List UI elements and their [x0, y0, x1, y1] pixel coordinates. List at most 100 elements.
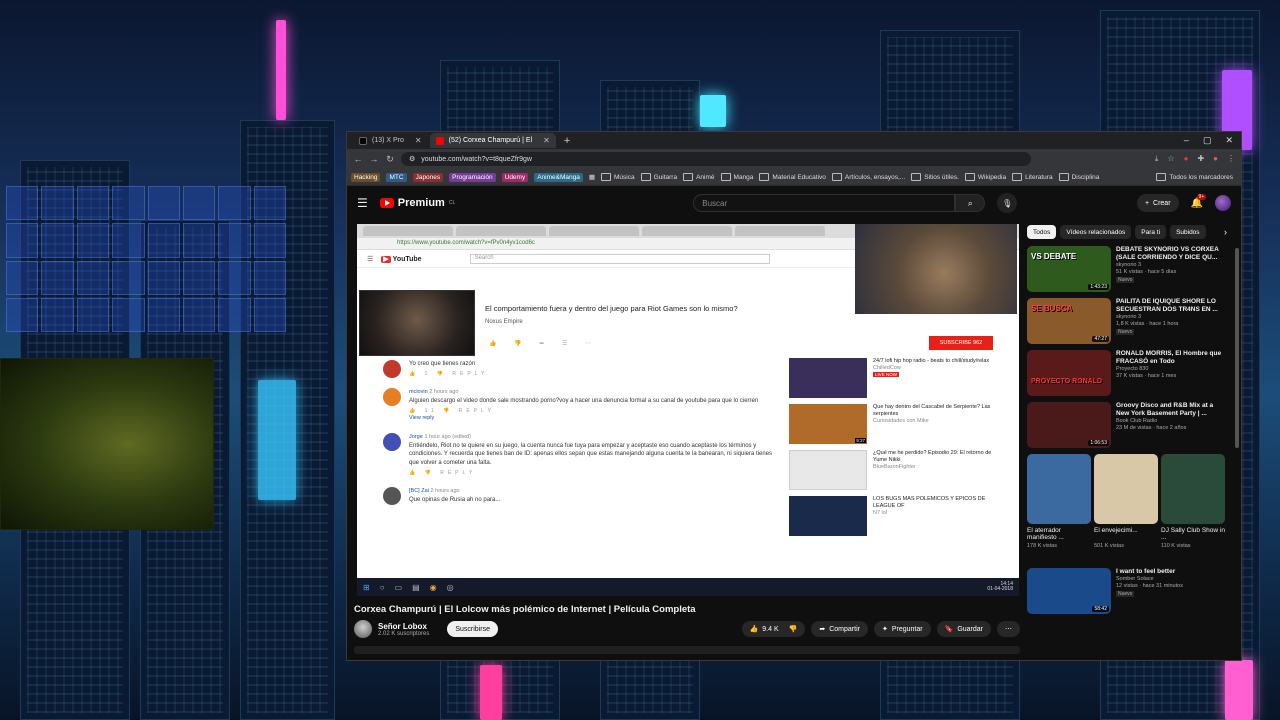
search-input[interactable]: Buscar [693, 194, 956, 212]
channel-name: Book Club Radio [1116, 418, 1158, 425]
short-item[interactable]: El aterrador manifiesto ... 178 K vistas [1027, 454, 1091, 564]
all-bookmarks[interactable]: Todos los marcadores [1156, 173, 1237, 181]
bookmark-chip[interactable]: Udemy [501, 172, 529, 182]
youtube-logo[interactable]: Premium CL [379, 197, 455, 209]
bookmark-folder[interactable]: Wikipedia [965, 173, 1006, 181]
close-tab-icon[interactable]: ✕ [415, 136, 422, 145]
bookmark-chip[interactable]: MTC [386, 172, 407, 182]
profile-icon[interactable]: ● [1213, 154, 1218, 164]
short-item[interactable]: El envejecimi... 501 K vistas [1094, 454, 1158, 564]
bookmark-chip[interactable]: Programación [449, 172, 496, 182]
voice-search-button[interactable]: 🎙 [997, 193, 1018, 213]
short-thumbnail[interactable] [1161, 454, 1225, 524]
bookmark-folder[interactable]: Manga [721, 173, 754, 181]
thumbs-down-icon[interactable]: 👎 [789, 625, 798, 633]
notifications-button[interactable]: 🔔 9+ [1191, 193, 1207, 209]
video-title[interactable]: Groovy Disco and R&B Mix at a New York B… [1116, 402, 1227, 418]
search-button[interactable]: ⌕ [955, 194, 986, 212]
chip-related[interactable]: Vídeos relacionados [1060, 225, 1132, 239]
video-title[interactable]: I want to feel better [1116, 568, 1183, 576]
video-thumbnail[interactable]: PROYECTO RONALD [1027, 350, 1111, 396]
sidebar-video[interactable]: 1:06:53 Groovy Disco and R&B Mix at a Ne… [1027, 402, 1227, 452]
bookmark-folder[interactable]: Guitarra [641, 173, 677, 181]
save-button[interactable]: 🔖 Guardar [936, 621, 991, 637]
video-thumbnail[interactable]: 1:06:53 [1027, 402, 1111, 448]
video-player[interactable]: https://www.youtube.com/watch?v=fPv0n4yv… [357, 224, 1019, 596]
subscribe-button[interactable]: Suscribirse [447, 621, 498, 637]
channel-avatar[interactable] [354, 620, 372, 638]
app-icon: ◎ [446, 582, 454, 592]
video-views: 23 M de vistas · hace 2 años [1116, 425, 1187, 432]
bookmark-chip[interactable]: Japones [412, 172, 444, 182]
bookmark-folder[interactable]: Artículos, ensayos,... [832, 173, 905, 181]
video-title[interactable]: DEBATE SKYNORIO VS CORXEA (SALE CORRIEND… [1116, 246, 1227, 262]
share-button[interactable]: ➦ Compartir [811, 621, 868, 637]
video-thumbnail[interactable]: SE BUSCA 47:27 [1027, 298, 1111, 344]
short-item[interactable]: DJ Sally Club Show in ... 110 K vistas [1161, 454, 1225, 564]
sparkle-icon: ✦ [881, 626, 888, 633]
site-info-icon[interactable]: ⚙ [409, 155, 415, 163]
like-button[interactable]: 👍 9.4 K 👎 [741, 621, 806, 637]
chevron-right-icon[interactable]: › [1224, 227, 1227, 237]
sidebar-video[interactable]: SE BUSCA 47:27 PAILITA DE IQUIQUE SHORE … [1027, 298, 1227, 348]
minimize-button[interactable]: – [1184, 135, 1189, 146]
short-title[interactable]: DJ Sally Club Show in ... [1161, 527, 1225, 543]
short-thumbnail[interactable] [1027, 454, 1091, 524]
bookmark-folder[interactable]: Material Educativo [759, 173, 825, 181]
thumbnail-overlay-text: VS DEBATE [1031, 252, 1077, 261]
tab-youtube[interactable]: (52) Corxea Champurú | El ✕ [429, 133, 556, 148]
bookmark-chip[interactable]: Anime&Manga [534, 172, 583, 182]
bookmark-folder[interactable]: Sitios útiles. [911, 173, 959, 181]
maximize-button[interactable]: ▢ [1203, 135, 1212, 146]
recorded-subscribe: SUBSCRIBE 962 [929, 336, 993, 350]
sidebar-video[interactable]: PROYECTO RONALD RONALD MORRIS, El Hombre… [1027, 350, 1227, 400]
url-input[interactable]: ⚙ youtube.com/watch?v=t8queZfr9gw [401, 152, 1031, 166]
chip-uploaded[interactable]: Subidos [1170, 225, 1206, 239]
more-actions-button[interactable]: ⋯ [997, 621, 1020, 637]
related-item: LOS BUGS MAS POLEMICOS Y EPICOS DE LEAGU… [789, 496, 1004, 536]
install-icon[interactable]: ⤓ [1155, 154, 1159, 164]
account-avatar[interactable] [1215, 195, 1231, 211]
bookmark-star-icon[interactable]: ☆ [1167, 154, 1174, 164]
new-tab-button[interactable]: + [558, 135, 576, 147]
extension-icon[interactable]: ● [1184, 154, 1189, 164]
short-title[interactable]: El aterrador manifiesto ... [1027, 527, 1091, 543]
video-thumbnail[interactable]: 58:42 [1027, 568, 1111, 614]
duration: 47:27 [1092, 336, 1109, 342]
bookmark-folder[interactable]: Disciplina [1059, 173, 1100, 181]
neon-sign [480, 665, 502, 720]
apps-grid-icon[interactable]: ▦ [589, 173, 595, 181]
create-button[interactable]: + Crear [1136, 194, 1179, 212]
reload-icon[interactable]: ↻ [385, 154, 395, 165]
back-icon[interactable]: ← [353, 154, 363, 164]
more-icon: ⋯ [1005, 626, 1012, 633]
video-title[interactable]: PAILITA DE IQUIQUE SHORE LO SECUESTRAN D… [1116, 298, 1227, 314]
bookmark-folder[interactable]: Animé [683, 173, 714, 181]
bookmark-folder[interactable]: Música [601, 173, 635, 181]
menu-kebab-icon[interactable]: ⋮ [1227, 154, 1235, 164]
short-thumbnail[interactable] [1094, 454, 1158, 524]
chip-for-you[interactable]: Para ti [1135, 225, 1167, 239]
video-views: 1,8 K vistas · hace 1 hora [1116, 321, 1179, 328]
bookmark-chip[interactable]: Hacking [351, 172, 381, 182]
tab-x-pro[interactable]: (13) X Pro ✕ [353, 133, 428, 148]
close-window-button[interactable]: ✕ [1225, 135, 1233, 146]
extensions-puzzle-icon[interactable]: ✚ [1197, 154, 1204, 164]
address-bar: ← → ↻ ⚙ youtube.com/watch?v=t8queZfr9gw … [347, 149, 1241, 169]
short-title[interactable]: El envejecimi... [1094, 527, 1158, 543]
menu-icon[interactable]: ☰ [357, 196, 368, 210]
channel-name[interactable]: Señor Lobox [378, 622, 429, 631]
forward-icon[interactable]: → [369, 154, 379, 164]
chip-all[interactable]: Todos [1027, 225, 1057, 239]
bookmark-folder[interactable]: Literatura [1012, 173, 1052, 181]
close-tab-icon[interactable]: ✕ [543, 136, 550, 145]
sidebar-video[interactable]: VS DEBATE 1:43:23 DEBATE SKYNORIO VS COR… [1027, 246, 1227, 296]
share-icon: ➦ [819, 626, 826, 633]
related-title: LOS BUGS MAS POLEMICOS Y EPICOS DE LEAGU… [873, 496, 986, 510]
sidebar-video[interactable]: 58:42 I want to feel better Somber Solac… [1027, 568, 1227, 618]
video-thumbnail[interactable]: VS DEBATE 1:43:23 [1027, 246, 1111, 292]
video-title[interactable]: RONALD MORRIS, El Hombre que FRACASÓ en … [1116, 350, 1227, 366]
ask-button[interactable]: ✦ Preguntar [873, 621, 931, 637]
page-scrollbar[interactable] [1235, 248, 1239, 448]
avatar [383, 360, 401, 378]
